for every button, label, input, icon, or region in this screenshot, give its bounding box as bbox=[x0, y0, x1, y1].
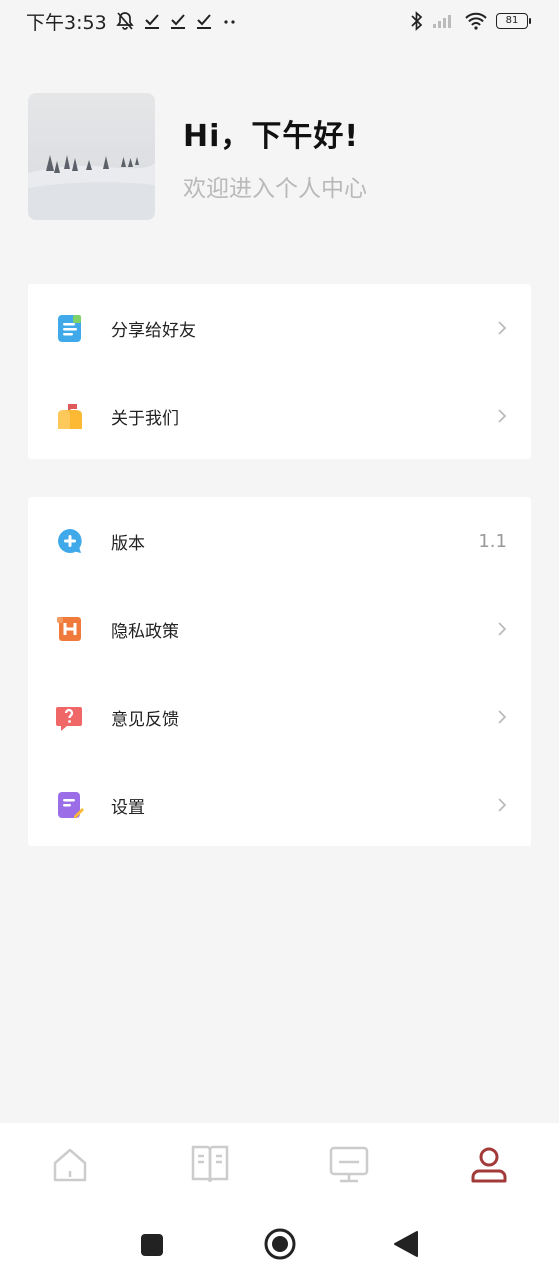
status-left: 下午3:53 bbox=[26, 8, 239, 35]
menu-item-share[interactable]: 分享给好友 bbox=[28, 284, 531, 372]
triangle-back-icon bbox=[393, 1230, 419, 1262]
greeting-title: Hi，下午好! bbox=[183, 118, 360, 154]
status-right: 81 bbox=[410, 11, 531, 31]
status-time: 下午3:53 bbox=[26, 11, 107, 34]
menu-item-feedback[interactable]: 意见反馈 bbox=[28, 673, 531, 761]
menu-item-privacy[interactable]: 隐私政策 bbox=[28, 585, 531, 673]
more-dots-icon bbox=[221, 12, 239, 30]
mailbox-icon bbox=[55, 401, 85, 431]
greeting: Hi，下午好! 欢迎进入个人中心 bbox=[183, 111, 367, 203]
menu-item-label: 关于我们 bbox=[111, 408, 179, 429]
check-download-icon bbox=[195, 12, 213, 30]
check-download-icon bbox=[169, 12, 187, 30]
privacy-h-icon bbox=[55, 614, 85, 644]
recents-button[interactable] bbox=[140, 1233, 164, 1261]
check-download-icon bbox=[143, 12, 161, 30]
square-icon bbox=[140, 1233, 164, 1261]
bottom-tab-bar bbox=[0, 1123, 559, 1211]
menu-card-1: 分享给好友 关于我们 bbox=[28, 284, 531, 459]
system-nav-bar bbox=[0, 1211, 559, 1280]
bluetooth-icon bbox=[410, 11, 424, 31]
question-bubble-icon bbox=[55, 702, 85, 732]
chevron-right-icon bbox=[497, 797, 507, 813]
book-icon bbox=[190, 1143, 230, 1191]
bell-muted-icon bbox=[115, 11, 135, 31]
monitor-icon bbox=[328, 1144, 370, 1190]
menu-item-version[interactable]: 版本 1.1 bbox=[28, 497, 531, 585]
battery-icon: 81 bbox=[496, 13, 531, 29]
profile-icon bbox=[468, 1144, 510, 1190]
battery-level: 81 bbox=[496, 13, 528, 29]
chat-plus-icon bbox=[55, 526, 85, 556]
chevron-right-icon bbox=[497, 408, 507, 424]
signal-icon bbox=[432, 13, 456, 29]
version-value: 1.1 bbox=[478, 530, 507, 552]
wifi-icon bbox=[464, 12, 488, 30]
tab-monitor[interactable] bbox=[319, 1137, 379, 1197]
menu-item-label: 隐私政策 bbox=[111, 621, 179, 642]
tab-book[interactable] bbox=[180, 1137, 240, 1197]
back-button[interactable] bbox=[393, 1230, 419, 1262]
menu-item-label: 设置 bbox=[111, 797, 145, 818]
menu-item-settings[interactable]: 设置 bbox=[28, 761, 531, 849]
menu-item-label: 分享给好友 bbox=[111, 320, 196, 341]
tab-profile[interactable] bbox=[459, 1137, 519, 1197]
settings-note-icon bbox=[55, 790, 85, 820]
menu-item-label: 版本 bbox=[111, 533, 145, 554]
menu-item-label: 意见反馈 bbox=[111, 709, 179, 730]
chevron-right-icon bbox=[497, 320, 507, 336]
avatar[interactable] bbox=[28, 93, 155, 220]
status-bar: 下午3:53 81 bbox=[0, 0, 559, 42]
profile-header: Hi，下午好! 欢迎进入个人中心 bbox=[28, 93, 531, 220]
share-doc-icon bbox=[55, 313, 85, 343]
chevron-right-icon bbox=[497, 709, 507, 725]
circle-icon bbox=[263, 1227, 297, 1265]
chevron-right-icon bbox=[497, 621, 507, 637]
tab-home[interactable] bbox=[40, 1137, 100, 1197]
greeting-subtitle: 欢迎进入个人中心 bbox=[183, 175, 367, 202]
home-button[interactable] bbox=[263, 1227, 297, 1265]
menu-item-about[interactable]: 关于我们 bbox=[28, 372, 531, 460]
home-icon bbox=[50, 1145, 90, 1189]
menu-card-2: 版本 1.1 隐私政策 意见反馈 设置 bbox=[28, 497, 531, 846]
